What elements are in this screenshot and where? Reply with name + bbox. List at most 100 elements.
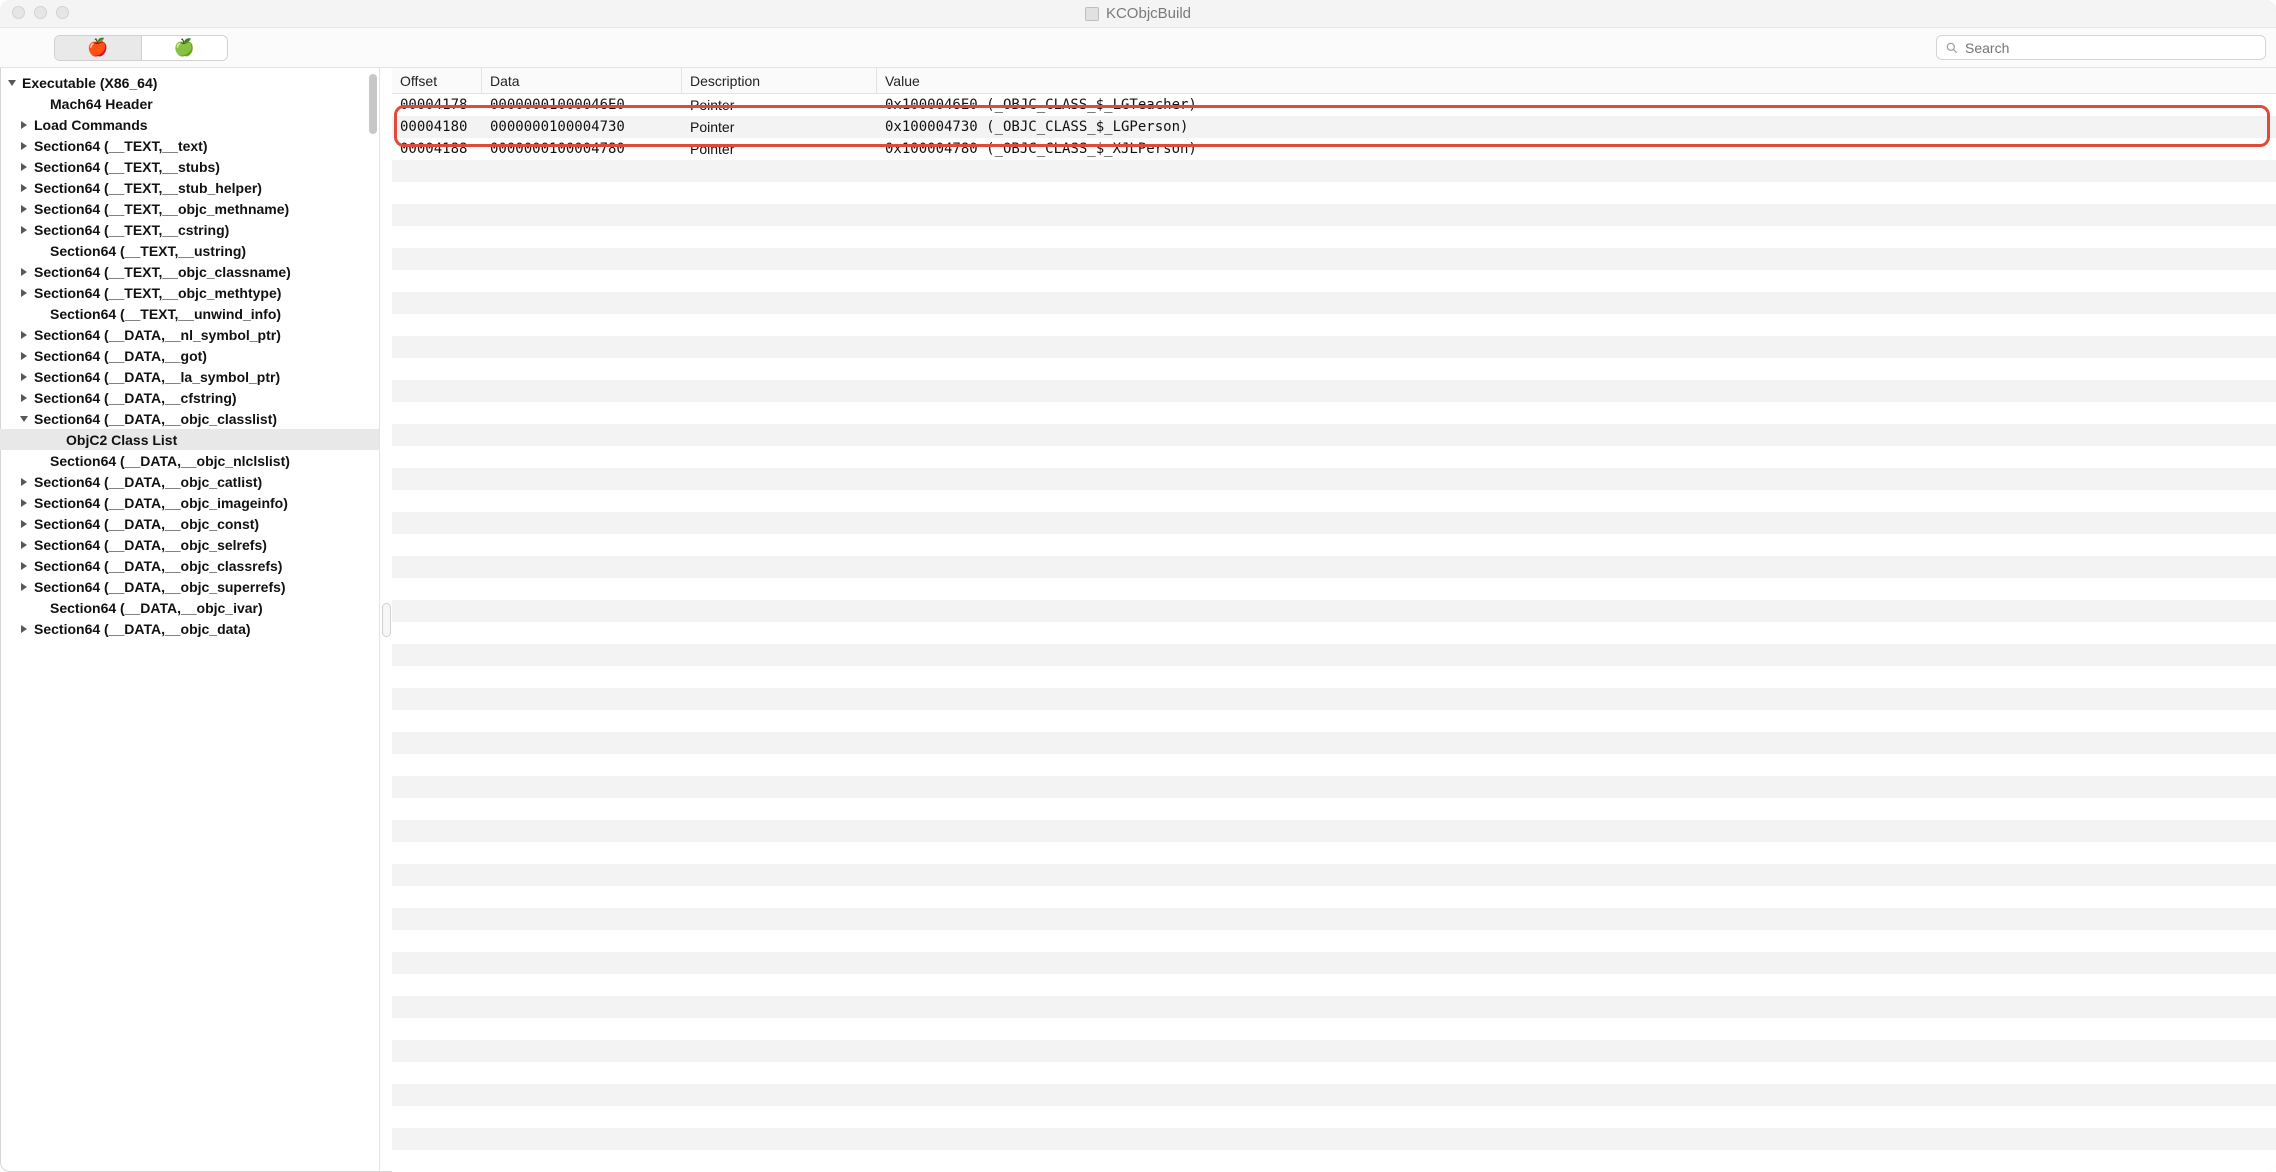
cell-offset: 00004180 bbox=[392, 119, 482, 135]
sidebar-scrollbar[interactable] bbox=[369, 74, 377, 134]
outline-sidebar[interactable]: Executable (X86_64) Mach64 Header Load Co… bbox=[0, 68, 380, 1172]
tree-item[interactable]: ObjC2 Class List bbox=[0, 429, 379, 450]
tree-item[interactable]: Section64 (__DATA,__objc_classlist) bbox=[0, 408, 379, 429]
table-row[interactable]: 000041880000000100004780Pointer0x1000047… bbox=[392, 138, 2276, 160]
disclosure-down-icon[interactable] bbox=[18, 413, 30, 425]
disclosure-spacer bbox=[34, 455, 46, 467]
disclosure-right-icon[interactable] bbox=[18, 182, 30, 194]
search-input[interactable] bbox=[1965, 40, 2257, 56]
tree-item-label: Mach64 Header bbox=[50, 96, 153, 112]
disclosure-right-icon[interactable] bbox=[18, 161, 30, 173]
disclosure-spacer bbox=[34, 308, 46, 320]
tree-item-label: Section64 (__DATA,__objc_classlist) bbox=[34, 411, 277, 427]
window-title-wrap: KCObjcBuild bbox=[1085, 5, 1191, 22]
table-header: Offset Data Description Value bbox=[392, 68, 2276, 94]
search-icon bbox=[1945, 41, 1959, 55]
tree-item[interactable]: Section64 (__DATA,__objc_imageinfo) bbox=[0, 492, 379, 513]
tree-item[interactable]: Section64 (__DATA,__cfstring) bbox=[0, 387, 379, 408]
disclosure-right-icon[interactable] bbox=[18, 560, 30, 572]
disclosure-spacer bbox=[50, 434, 62, 446]
disclosure-down-icon[interactable] bbox=[6, 77, 18, 89]
cell-description: Pointer bbox=[682, 119, 877, 135]
disclosure-right-icon[interactable] bbox=[18, 392, 30, 404]
tree-item-label: Section64 (__TEXT,__cstring) bbox=[34, 222, 229, 238]
disclosure-right-icon[interactable] bbox=[18, 119, 30, 131]
tree-item[interactable]: Section64 (__DATA,__got) bbox=[0, 345, 379, 366]
tree-item[interactable]: Section64 (__TEXT,__unwind_info) bbox=[0, 303, 379, 324]
cell-offset: 00004188 bbox=[392, 141, 482, 157]
tree-item-label: Section64 (__TEXT,__ustring) bbox=[50, 243, 246, 259]
zoom-window-button[interactable] bbox=[56, 6, 69, 19]
tree-item-label: Section64 (__DATA,__objc_ivar) bbox=[50, 600, 263, 616]
tree-item-label: Section64 (__DATA,__objc_nlclslist) bbox=[50, 453, 290, 469]
cell-data: 00000001000046E0 bbox=[482, 97, 682, 113]
tree-item[interactable]: Section64 (__TEXT,__stub_helper) bbox=[0, 177, 379, 198]
seg-item-0[interactable]: 🍎 bbox=[55, 36, 141, 60]
th-data[interactable]: Data bbox=[482, 68, 682, 93]
tree-item[interactable]: Section64 (__DATA,__la_symbol_ptr) bbox=[0, 366, 379, 387]
table-row[interactable]: 000041800000000100004730Pointer0x1000047… bbox=[392, 116, 2276, 138]
tree-item[interactable]: Section64 (__DATA,__objc_selrefs) bbox=[0, 534, 379, 555]
tree-item[interactable]: Mach64 Header bbox=[0, 93, 379, 114]
cell-description: Pointer bbox=[682, 141, 877, 157]
disclosure-right-icon[interactable] bbox=[18, 266, 30, 278]
th-offset[interactable]: Offset bbox=[392, 68, 482, 93]
tree-root-label: Executable (X86_64) bbox=[22, 75, 157, 91]
tree-item-label: Section64 (__TEXT,__objc_methtype) bbox=[34, 285, 281, 301]
disclosure-right-icon[interactable] bbox=[18, 203, 30, 215]
tree-item[interactable]: Section64 (__DATA,__objc_nlclslist) bbox=[0, 450, 379, 471]
toolbar: 🍎 🍏 bbox=[0, 28, 2276, 68]
tree-item-label: Section64 (__TEXT,__unwind_info) bbox=[50, 306, 281, 322]
tree-item-label: Section64 (__TEXT,__stub_helper) bbox=[34, 180, 262, 196]
tree-item-label: Section64 (__DATA,__objc_selrefs) bbox=[34, 537, 267, 553]
search-field-wrap[interactable] bbox=[1936, 35, 2266, 60]
tree-item-label: Section64 (__TEXT,__stubs) bbox=[34, 159, 220, 175]
disclosure-spacer bbox=[34, 245, 46, 257]
tree-item[interactable]: Section64 (__DATA,__objc_const) bbox=[0, 513, 379, 534]
tree-item-label: Section64 (__TEXT,__objc_classname) bbox=[34, 264, 291, 280]
seg-item-1[interactable]: 🍏 bbox=[141, 36, 227, 60]
tree-item[interactable]: Section64 (__TEXT,__stubs) bbox=[0, 156, 379, 177]
cell-offset: 00004178 bbox=[392, 97, 482, 113]
tree-item[interactable]: Section64 (__TEXT,__ustring) bbox=[0, 240, 379, 261]
disclosure-right-icon[interactable] bbox=[18, 329, 30, 341]
tree-item[interactable]: Section64 (__DATA,__objc_ivar) bbox=[0, 597, 379, 618]
disclosure-right-icon[interactable] bbox=[18, 581, 30, 593]
tree-item[interactable]: Section64 (__DATA,__objc_catlist) bbox=[0, 471, 379, 492]
th-description[interactable]: Description bbox=[682, 68, 877, 93]
tree-item-label: Section64 (__DATA,__objc_const) bbox=[34, 516, 259, 532]
disclosure-right-icon[interactable] bbox=[18, 623, 30, 635]
disclosure-right-icon[interactable] bbox=[18, 224, 30, 236]
tree-item[interactable]: Section64 (__TEXT,__objc_classname) bbox=[0, 261, 379, 282]
disclosure-right-icon[interactable] bbox=[18, 350, 30, 362]
disclosure-right-icon[interactable] bbox=[18, 497, 30, 509]
disclosure-right-icon[interactable] bbox=[18, 287, 30, 299]
disclosure-right-icon[interactable] bbox=[18, 371, 30, 383]
disclosure-right-icon[interactable] bbox=[18, 476, 30, 488]
tree-item[interactable]: Section64 (__DATA,__nl_symbol_ptr) bbox=[0, 324, 379, 345]
disclosure-right-icon[interactable] bbox=[18, 518, 30, 530]
disclosure-right-icon[interactable] bbox=[18, 140, 30, 152]
tree-item[interactable]: Section64 (__DATA,__objc_classrefs) bbox=[0, 555, 379, 576]
tree-item[interactable]: Section64 (__DATA,__objc_superrefs) bbox=[0, 576, 379, 597]
table-body[interactable]: 0000417800000001000046E0Pointer0x1000046… bbox=[392, 94, 2276, 1172]
table-row[interactable]: 0000417800000001000046E0Pointer0x1000046… bbox=[392, 94, 2276, 116]
tree-item[interactable]: Load Commands bbox=[0, 114, 379, 135]
tree-item[interactable]: Section64 (__TEXT,__cstring) bbox=[0, 219, 379, 240]
splitter[interactable] bbox=[380, 68, 392, 1172]
cell-value: 0x1000046E0 (_OBJC_CLASS_$_LGTeacher) bbox=[877, 97, 2276, 113]
tree-item[interactable]: Section64 (__TEXT,__objc_methname) bbox=[0, 198, 379, 219]
window-title: KCObjcBuild bbox=[1106, 5, 1191, 22]
view-mode-segment: 🍎 🍏 bbox=[54, 35, 228, 61]
tree-item[interactable]: Section64 (__TEXT,__text) bbox=[0, 135, 379, 156]
detail-pane: Offset Data Description Value 0000417800… bbox=[392, 68, 2276, 1172]
tree-item[interactable]: Section64 (__TEXT,__objc_methtype) bbox=[0, 282, 379, 303]
minimize-window-button[interactable] bbox=[34, 6, 47, 19]
tree-root[interactable]: Executable (X86_64) bbox=[0, 72, 379, 93]
disclosure-spacer bbox=[34, 98, 46, 110]
close-window-button[interactable] bbox=[12, 6, 25, 19]
tree-item-label: Section64 (__DATA,__la_symbol_ptr) bbox=[34, 369, 280, 385]
disclosure-right-icon[interactable] bbox=[18, 539, 30, 551]
th-value[interactable]: Value bbox=[877, 68, 2276, 93]
tree-item[interactable]: Section64 (__DATA,__objc_data) bbox=[0, 618, 379, 639]
